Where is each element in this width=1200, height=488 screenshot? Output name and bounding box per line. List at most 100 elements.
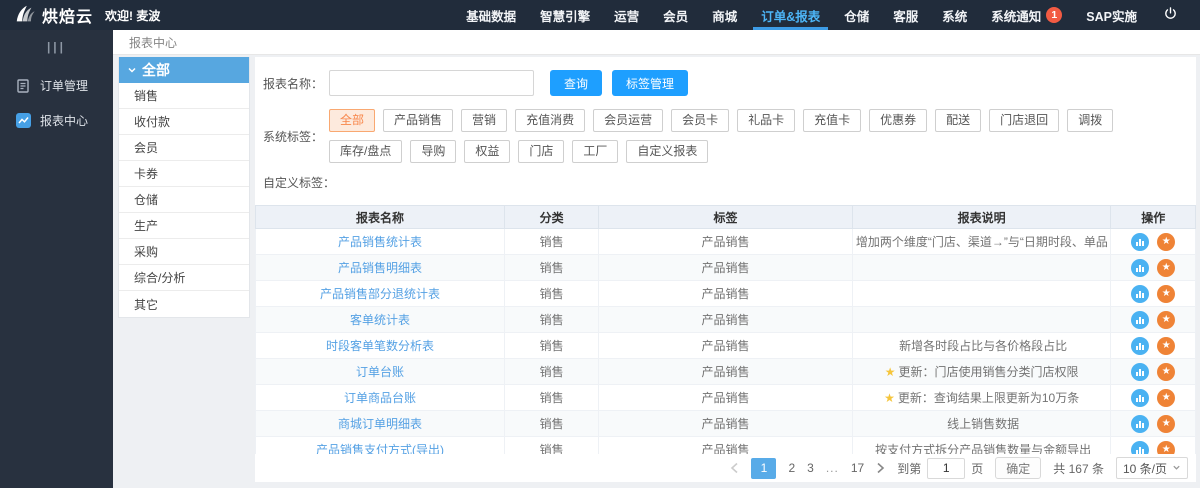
tag-product-sales[interactable]: 产品销售 [383, 109, 453, 132]
tag-marketing[interactable]: 营销 [461, 109, 507, 132]
nav-orders-reports[interactable]: 订单&报表 [749, 0, 832, 30]
star-icon: ★ [885, 365, 896, 379]
tag-member-ops[interactable]: 会员运营 [593, 109, 663, 132]
page-jump-input[interactable] [927, 458, 965, 479]
tag-recharge-card[interactable]: 充值卡 [803, 109, 861, 132]
tag-guide[interactable]: 导购 [410, 140, 456, 163]
page-3-button[interactable]: 3 [807, 461, 814, 475]
prev-page-button[interactable] [730, 462, 739, 474]
report-link[interactable]: 产品销售明细表 [256, 255, 505, 281]
reports-table: 报表名称 分类 标签 报表说明 操作 产品销售统计表 销售 产品销售 增加两个维… [255, 205, 1196, 482]
tag-custom-report[interactable]: 自定义报表 [626, 140, 708, 163]
report-desc: ★更新：查询结果上限更新为10万条 [852, 385, 1111, 411]
tag-member-card[interactable]: 会员卡 [671, 109, 729, 132]
table-row: 时段客单笔数分析表 销售 产品销售 新增各时段占比与各价格段占比 ★ [256, 333, 1196, 359]
nav-mall[interactable]: 商城 [700, 0, 749, 30]
nav-warehouse[interactable]: 仓储 [832, 0, 881, 30]
category-payments[interactable]: 收付款 [119, 109, 249, 135]
view-report-button[interactable] [1131, 259, 1149, 277]
table-row: 产品销售部分退统计表 销售 产品销售 ★ [256, 281, 1196, 307]
report-link[interactable]: 订单商品台账 [256, 385, 505, 411]
category-analysis[interactable]: 综合/分析 [119, 265, 249, 291]
report-link[interactable]: 订单台账 [256, 359, 505, 385]
tag-coupon[interactable]: 优惠券 [869, 109, 927, 132]
category-sales[interactable]: 销售 [119, 83, 249, 109]
search-button[interactable]: 查询 [550, 70, 602, 96]
nav-system[interactable]: 系统 [930, 0, 979, 30]
topbar: 烘焙云 欢迎! 麦波 基础数据 智慧引擎 运营 会员 商城 订单&报表 仓储 客… [0, 0, 1200, 30]
tag-transfer[interactable]: 调拨 [1067, 109, 1113, 132]
col-description: 报表说明 [852, 206, 1111, 229]
favorite-button[interactable]: ★ [1157, 285, 1175, 303]
power-icon [1163, 6, 1178, 24]
page-size-select[interactable]: 10 条/页 [1116, 457, 1188, 479]
category-others[interactable]: 其它 [119, 291, 249, 317]
report-link[interactable]: 时段客单笔数分析表 [256, 333, 505, 359]
view-report-button[interactable] [1131, 389, 1149, 407]
table-row: 商城订单明细表 销售 产品销售 线上销售数据 ★ [256, 411, 1196, 437]
table-row: 订单台账 销售 产品销售 ★更新：门店使用销售分类门店权限 ★ [256, 359, 1196, 385]
page-17-button[interactable]: 17 [851, 461, 864, 475]
favorite-button[interactable]: ★ [1157, 259, 1175, 277]
category-warehouse[interactable]: 仓储 [119, 187, 249, 213]
jump-confirm-button[interactable]: 确定 [995, 457, 1041, 479]
star-icon: ★ [884, 391, 895, 405]
report-desc: 新增各时段占比与各价格段占比 [852, 333, 1111, 359]
logo-icon [14, 3, 36, 28]
report-category: 销售 [505, 229, 599, 255]
tag-rights[interactable]: 权益 [464, 140, 510, 163]
col-category: 分类 [505, 206, 599, 229]
tag-store[interactable]: 门店 [518, 140, 564, 163]
report-link[interactable]: 产品销售统计表 [256, 229, 505, 255]
tag-store-return[interactable]: 门店退回 [989, 109, 1059, 132]
table-row: 产品销售统计表 销售 产品销售 增加两个维度“门店、渠道→”与“日期时段、单品→… [256, 229, 1196, 255]
nav-customer-service[interactable]: 客服 [881, 0, 930, 30]
category-members[interactable]: 会员 [119, 135, 249, 161]
nav-notifications[interactable]: 系统通知 1 [979, 0, 1074, 30]
tag-gift-card[interactable]: 礼品卡 [737, 109, 795, 132]
favorite-button[interactable]: ★ [1157, 337, 1175, 355]
report-link[interactable]: 产品销售部分退统计表 [256, 281, 505, 307]
nav-sap[interactable]: SAP实施 [1074, 0, 1149, 30]
system-tags: 全部 产品销售 营销 充值消费 会员运营 会员卡 礼品卡 充值卡 优惠券 配送 … [329, 109, 1188, 163]
nav-members[interactable]: 会员 [651, 0, 700, 30]
favorite-button[interactable]: ★ [1157, 363, 1175, 381]
tag-factory[interactable]: 工厂 [572, 140, 618, 163]
favorite-button[interactable]: ★ [1157, 233, 1175, 251]
category-production[interactable]: 生产 [119, 213, 249, 239]
report-link[interactable]: 客单统计表 [256, 307, 505, 333]
report-link[interactable]: 商城订单明细表 [256, 411, 505, 437]
tag-delivery[interactable]: 配送 [935, 109, 981, 132]
sidebar-item-report-center[interactable]: 报表中心 [0, 103, 113, 138]
tag-recharge-consume[interactable]: 充值消费 [515, 109, 585, 132]
nav-operations[interactable]: 运营 [602, 0, 651, 30]
view-report-button[interactable] [1131, 363, 1149, 381]
logout-button[interactable] [1149, 6, 1184, 24]
nav-basic-data[interactable]: 基础数据 [454, 0, 528, 30]
view-report-button[interactable] [1131, 337, 1149, 355]
nav-smart-engine[interactable]: 智慧引擎 [528, 0, 602, 30]
page-2-button[interactable]: 2 [788, 461, 795, 475]
view-report-button[interactable] [1131, 415, 1149, 433]
category-cards[interactable]: 卡券 [119, 161, 249, 187]
view-report-button[interactable] [1131, 233, 1149, 251]
tag-manage-button[interactable]: 标签管理 [612, 70, 688, 96]
page-1-button[interactable]: 1 [751, 458, 776, 479]
category-purchase[interactable]: 采购 [119, 239, 249, 265]
notification-badge: 1 [1046, 7, 1062, 23]
tag-all[interactable]: 全部 [329, 109, 375, 132]
sidebar-collapse-button[interactable]: ||| [0, 30, 113, 68]
tag-inventory[interactable]: 库存/盘点 [329, 140, 402, 163]
favorite-button[interactable]: ★ [1157, 389, 1175, 407]
report-name-input[interactable] [329, 70, 534, 96]
report-desc: ★更新：门店使用销售分类门店权限 [852, 359, 1111, 385]
page-jump: 到第 页 [897, 458, 983, 479]
next-page-button[interactable] [876, 462, 885, 474]
report-category: 销售 [505, 359, 599, 385]
favorite-button[interactable]: ★ [1157, 415, 1175, 433]
category-all[interactable]: 全部 [119, 57, 249, 83]
sidebar-item-order-management[interactable]: 订单管理 [0, 68, 113, 103]
view-report-button[interactable] [1131, 311, 1149, 329]
view-report-button[interactable] [1131, 285, 1149, 303]
favorite-button[interactable]: ★ [1157, 311, 1175, 329]
